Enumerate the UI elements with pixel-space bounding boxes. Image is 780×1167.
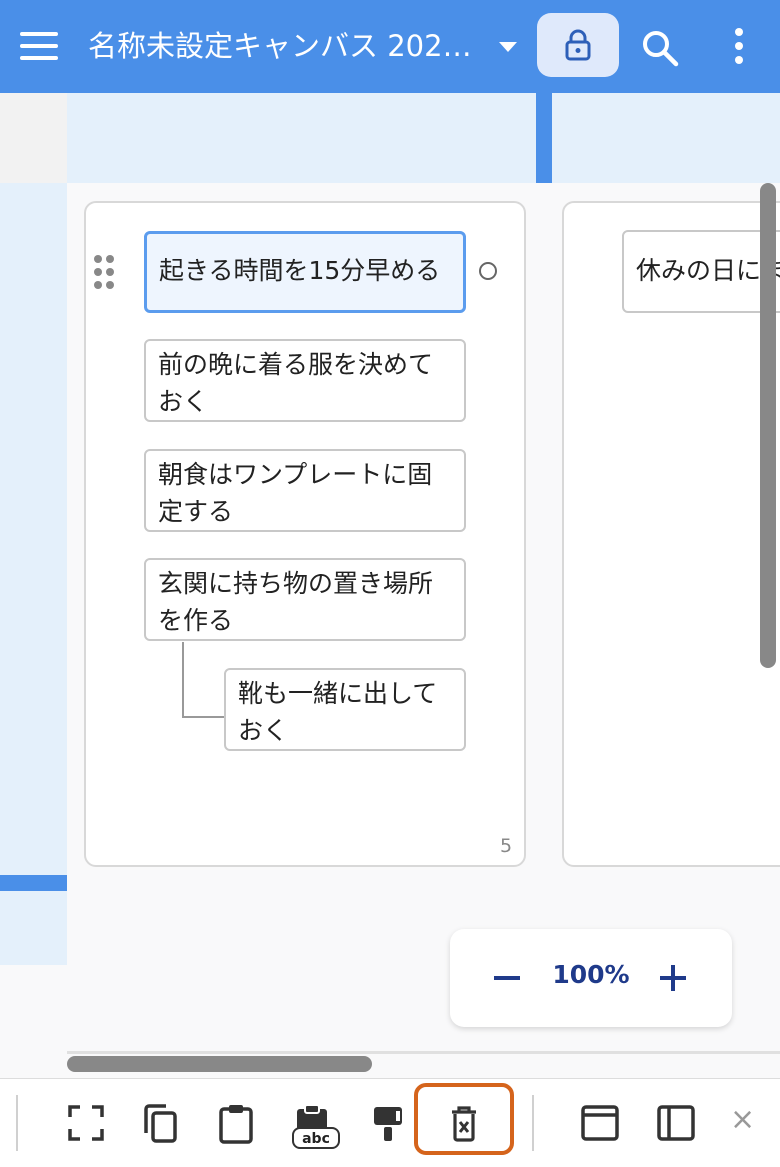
select-area-button[interactable] [56, 1095, 116, 1151]
bottom-toolbar: abc × [0, 1078, 780, 1167]
item-count: 5 [500, 835, 513, 857]
toolbar-divider [532, 1095, 534, 1151]
window-sidebar-icon [657, 1105, 695, 1141]
close-toolbar-icon[interactable]: × [730, 1105, 755, 1135]
list-item[interactable]: 起きる時間を15分早める [144, 231, 466, 313]
paint-brush-icon [374, 1107, 402, 1141]
delete-button[interactable] [434, 1095, 494, 1151]
vertical-scrollbar[interactable] [760, 183, 776, 668]
row-selection-marker [0, 875, 67, 891]
paste-text-label: abc [292, 1127, 340, 1149]
list-item[interactable]: 玄関に持ち物の置き場所を作る [144, 558, 466, 641]
column-selection-marker [536, 93, 552, 183]
paste-button[interactable] [206, 1095, 266, 1151]
list-item[interactable]: 前の晩に着る服を決めておく [144, 339, 466, 422]
column-header-strip[interactable] [67, 93, 780, 183]
lock-icon [565, 29, 591, 61]
canvas-area[interactable]: 起きる時間を15分早める 前の晩に着る服を決めておく 朝食はワンプレートに固定す… [0, 93, 780, 1078]
list-item[interactable]: 休みの日にま [622, 230, 780, 313]
clipboard-icon [219, 1105, 253, 1144]
list-item[interactable]: 朝食はワンプレートに固定する [144, 449, 466, 532]
zoom-in-button[interactable] [660, 965, 686, 991]
copy-button[interactable] [130, 1095, 190, 1151]
lock-button[interactable] [537, 13, 619, 77]
list-item-child[interactable]: 靴も一緒に出しておく [224, 668, 466, 751]
fullscreen-icon [68, 1105, 104, 1141]
layout-side-button[interactable] [646, 1095, 706, 1151]
window-top-icon [581, 1105, 619, 1141]
tree-connector [182, 642, 184, 718]
corner-header [0, 93, 67, 183]
row-header-strip[interactable] [0, 183, 67, 965]
toolbar-divider [16, 1095, 18, 1151]
more-vertical-icon[interactable] [724, 26, 754, 66]
horizontal-scroll-track [67, 1051, 780, 1054]
menu-icon[interactable] [20, 32, 58, 60]
app-header: 名称未設定キャンバス 202… [0, 0, 780, 93]
canvas-title[interactable]: 名称未設定キャンバス 202… [88, 26, 476, 66]
zoom-level[interactable]: 100% [546, 960, 636, 989]
format-painter-button[interactable] [358, 1095, 418, 1151]
chevron-down-icon[interactable] [496, 34, 520, 58]
layout-top-button[interactable] [570, 1095, 630, 1151]
copy-icon [144, 1104, 177, 1143]
zoom-control: 100% [450, 929, 732, 1027]
horizontal-scrollbar[interactable] [67, 1056, 372, 1072]
delete-icon [452, 1106, 476, 1142]
search-icon[interactable] [640, 28, 680, 68]
tree-connector [182, 716, 224, 718]
drag-handle-icon[interactable] [94, 255, 118, 289]
status-circle-icon[interactable] [479, 262, 497, 280]
zoom-out-button[interactable] [494, 976, 520, 980]
